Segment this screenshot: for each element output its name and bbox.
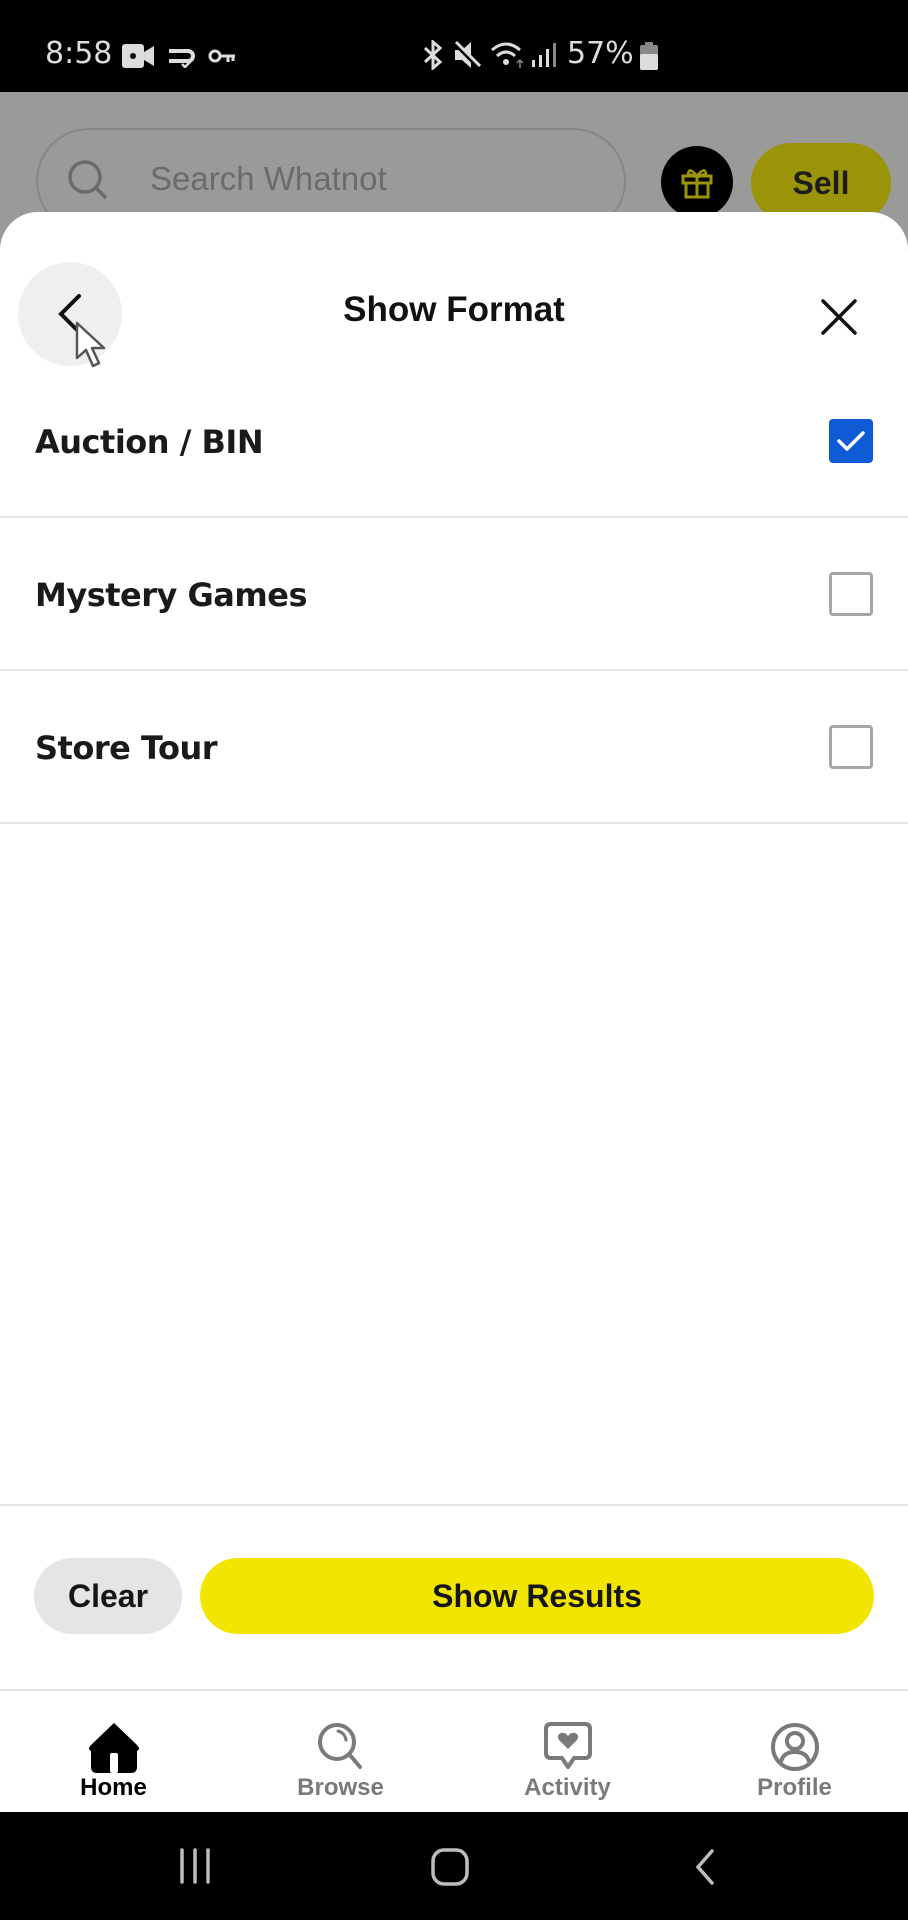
recent-apps-icon[interactable]	[178, 1848, 212, 1884]
activity-heart-icon	[543, 1722, 592, 1769]
sheet-title: Show Format	[343, 290, 565, 329]
option-label: Store Tour	[35, 729, 218, 767]
browse-search-icon	[317, 1723, 362, 1769]
key-icon	[208, 49, 235, 63]
wifi-icon	[491, 42, 524, 68]
nav-label: Activity	[524, 1774, 611, 1801]
option-mystery-games[interactable]: Mystery Games	[0, 518, 908, 671]
clear-button[interactable]: Clear	[34, 1558, 182, 1634]
battery-percent: 57%	[567, 36, 634, 71]
option-store-tour[interactable]: Store Tour	[0, 671, 908, 824]
show-format-sheet: Show Format Auction / BIN Mystery Games …	[0, 212, 908, 1812]
background-sell-button: Sell	[751, 143, 891, 223]
bottom-nav: Home Browse Activity Profile	[0, 1691, 908, 1812]
nav-item-browse[interactable]: Browse	[227, 1691, 454, 1812]
mute-icon	[453, 40, 481, 69]
option-label: Mystery Games	[35, 576, 307, 614]
checkbox-unchecked[interactable]	[829, 725, 873, 769]
home-icon	[88, 1723, 139, 1773]
nav-label: Browse	[297, 1774, 384, 1801]
status-bar: 8:58 57%	[0, 0, 908, 92]
video-camera-icon	[122, 44, 154, 68]
option-label: Auction / BIN	[35, 423, 264, 461]
bluetooth-icon	[423, 40, 443, 70]
checkbox-checked[interactable]	[829, 419, 873, 463]
divider	[0, 1504, 908, 1506]
nav-label: Home	[80, 1774, 147, 1801]
back-system-icon[interactable]	[692, 1848, 718, 1886]
checkmark-icon	[837, 431, 865, 451]
background-gift-button	[661, 146, 733, 218]
system-navigation-bar	[0, 1812, 908, 1920]
status-time: 8:58	[45, 36, 113, 71]
nav-item-profile[interactable]: Profile	[681, 1691, 908, 1812]
nav-item-activity[interactable]: Activity	[454, 1691, 681, 1812]
show-format-options: Auction / BIN Mystery Games Store Tour	[0, 365, 908, 824]
home-system-icon[interactable]	[430, 1848, 470, 1886]
profile-icon	[770, 1723, 819, 1771]
option-auction-bin[interactable]: Auction / BIN	[0, 365, 908, 518]
mouse-cursor-icon	[75, 321, 106, 368]
battery-icon	[640, 42, 658, 70]
signal-icon	[532, 43, 556, 67]
nav-label: Profile	[757, 1774, 832, 1801]
checkbox-unchecked[interactable]	[829, 572, 873, 616]
nav-item-home[interactable]: Home	[0, 1691, 227, 1812]
sync-check-icon	[169, 49, 195, 68]
close-icon[interactable]	[814, 292, 864, 342]
background-search-placeholder: Search Whatnot	[150, 160, 387, 197]
show-results-button[interactable]: Show Results	[200, 1558, 874, 1634]
gift-icon	[681, 169, 713, 199]
search-icon	[68, 160, 108, 200]
